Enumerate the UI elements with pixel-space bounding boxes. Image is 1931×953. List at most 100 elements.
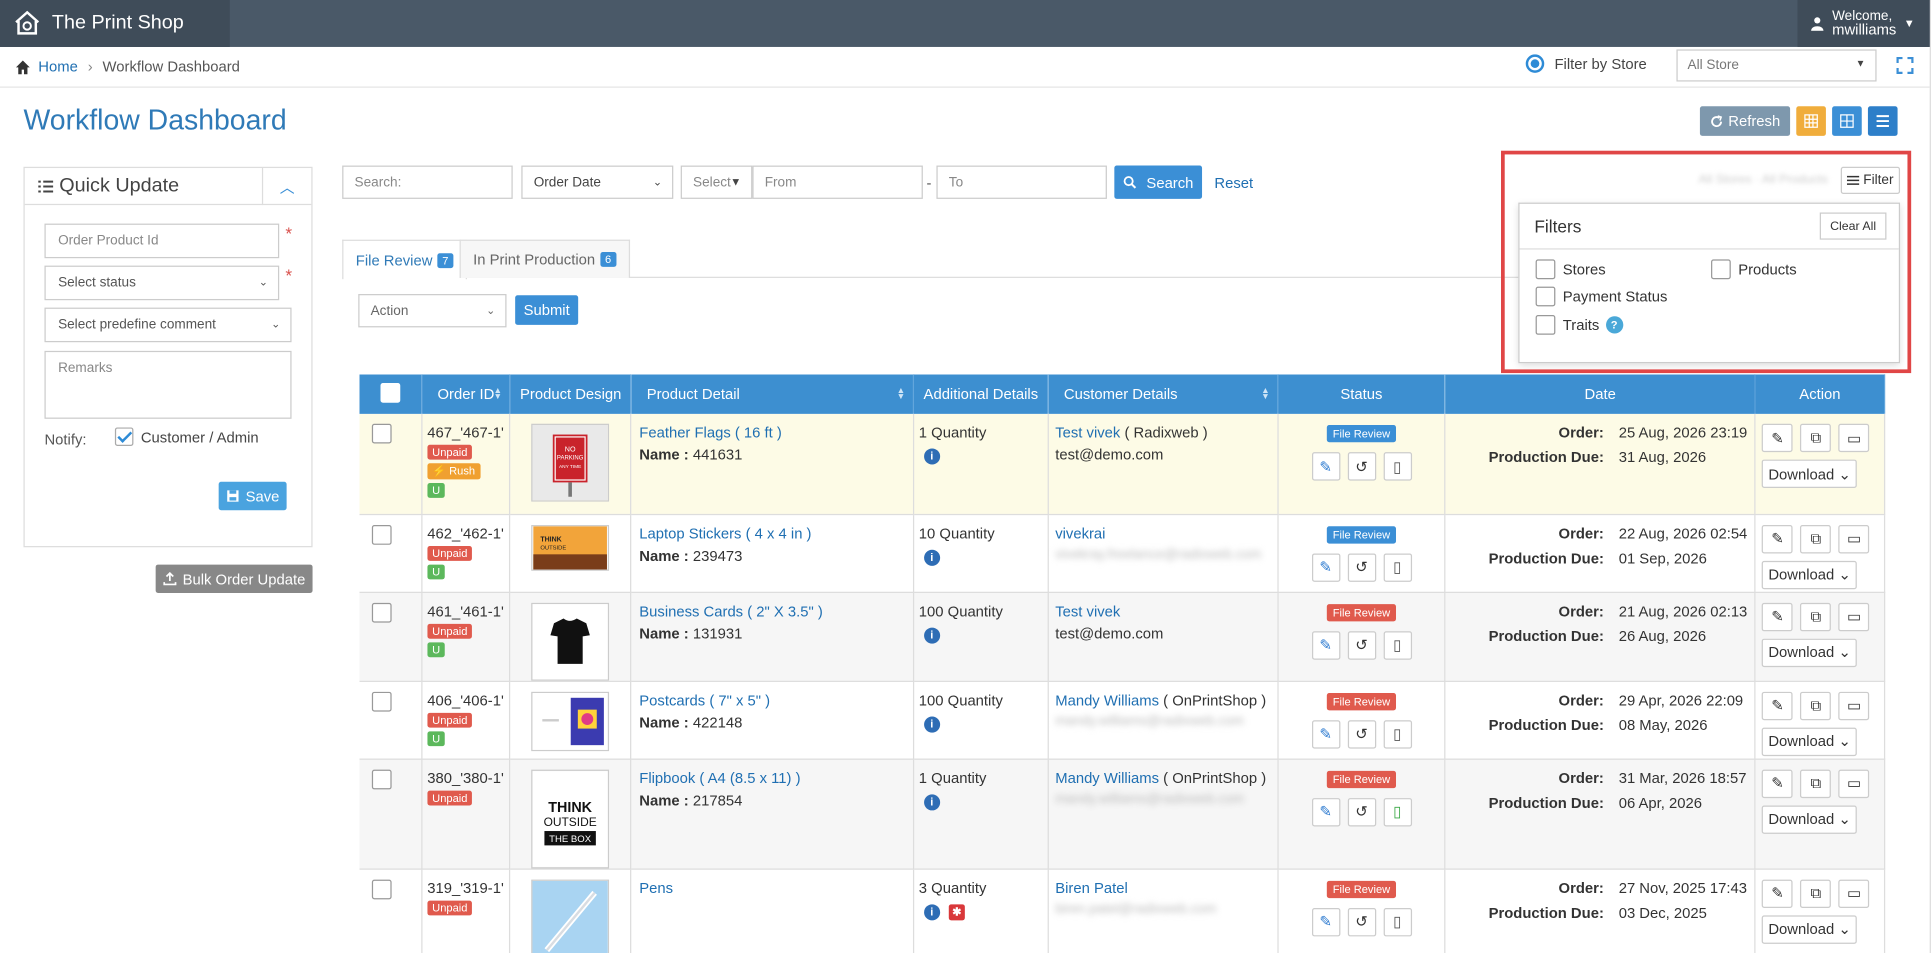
info-icon[interactable]: i [923, 903, 940, 920]
download-button[interactable]: Download ⌄ [1762, 459, 1858, 488]
alert-icon[interactable]: ✱ [948, 903, 965, 920]
to-date-input[interactable]: To [936, 165, 1107, 199]
product-thumbnail[interactable] [531, 602, 610, 681]
row-checkbox[interactable] [371, 691, 392, 711]
from-date-input[interactable]: From [752, 165, 923, 199]
history-button[interactable]: ↺ [1347, 907, 1376, 936]
row-checkbox[interactable] [371, 423, 392, 444]
customer-link[interactable]: Biren Patel [1055, 879, 1277, 896]
info-icon[interactable]: i [923, 715, 940, 732]
archive-button[interactable]: ▭ [1838, 524, 1870, 553]
archive-button[interactable]: ▭ [1838, 878, 1870, 908]
col-order-id[interactable]: Order ID ▲ ▼ [421, 374, 511, 414]
col-product-detail[interactable]: Product Detail ▲ ▼ [631, 374, 914, 414]
edit-button[interactable]: ✎ [1311, 797, 1340, 826]
copy-button[interactable]: ⧉ [1800, 769, 1832, 798]
customer-link[interactable]: Test vivek [1055, 424, 1120, 441]
notes-button[interactable]: ▯ [1383, 797, 1412, 826]
date-type-select[interactable]: Order Date ⌄ [521, 165, 674, 199]
breadcrumb-home[interactable]: Home [38, 58, 78, 75]
product-link[interactable]: Laptop Stickers ( 4 x 4 in ) [639, 524, 912, 541]
refresh-button[interactable]: Refresh [1699, 106, 1791, 136]
product-thumbnail[interactable]: THINK OUTSIDE [531, 524, 610, 571]
product-link[interactable]: Feather Flags ( 16 ft ) [639, 424, 912, 441]
product-thumbnail[interactable] [531, 878, 610, 953]
notes-button[interactable]: ▯ [1383, 907, 1412, 936]
row-checkbox[interactable] [371, 524, 392, 545]
tab-file-review[interactable]: File Review 7 [342, 239, 468, 280]
remarks-textarea[interactable]: Remarks [44, 350, 292, 419]
notes-button[interactable]: ▯ [1383, 719, 1412, 749]
edit-button[interactable]: ✎ [1311, 719, 1340, 749]
archive-button[interactable]: ▭ [1838, 602, 1870, 631]
edit-order-button[interactable]: ✎ [1762, 524, 1793, 553]
archive-button[interactable]: ▭ [1838, 691, 1870, 720]
filter-by-store-radio[interactable]: Filter by Store [1526, 54, 1647, 73]
product-link[interactable]: Postcards ( 7" x 5" ) [639, 691, 912, 708]
status-select[interactable]: Select status ⌄ [44, 265, 280, 301]
copy-button[interactable]: ⧉ [1800, 423, 1832, 453]
copy-button[interactable]: ⧉ [1800, 691, 1832, 720]
product-link[interactable]: Flipbook ( A4 (8.5 x 11) ) [639, 769, 912, 786]
save-button[interactable]: Save [218, 481, 287, 511]
product-link[interactable]: Pens [639, 879, 912, 896]
row-checkbox[interactable] [371, 769, 392, 789]
range-select[interactable]: Select ▼ [680, 165, 753, 199]
search-input[interactable]: Search: [342, 165, 513, 199]
list-view-button[interactable] [1867, 106, 1898, 136]
edit-order-button[interactable]: ✎ [1762, 878, 1793, 908]
notes-button[interactable]: ▯ [1383, 552, 1412, 582]
edit-button[interactable]: ✎ [1311, 452, 1340, 481]
history-button[interactable]: ↺ [1347, 630, 1376, 660]
user-menu[interactable]: Welcome, mwilliams ▼ [1797, 0, 1930, 47]
copy-button[interactable]: ⧉ [1800, 602, 1832, 631]
history-button[interactable]: ↺ [1347, 452, 1376, 481]
bulk-action-select[interactable]: Action ⌄ [358, 294, 507, 328]
edit-button[interactable]: ✎ [1311, 907, 1340, 936]
info-icon[interactable]: i [923, 448, 940, 465]
product-thumbnail[interactable]: THINKOUTSIDE THE BOX [531, 769, 610, 868]
brand[interactable]: The Print Shop [0, 0, 230, 47]
customer-link[interactable]: Test vivek [1055, 602, 1277, 619]
copy-button[interactable]: ⧉ [1800, 878, 1832, 908]
download-button[interactable]: Download ⌄ [1762, 914, 1858, 944]
product-link[interactable]: Business Cards ( 2" X 3.5" ) [639, 602, 912, 619]
edit-button[interactable]: ✎ [1311, 552, 1340, 582]
notes-button[interactable]: ▯ [1383, 630, 1412, 660]
download-button[interactable]: Download ⌄ [1762, 560, 1858, 589]
edit-order-button[interactable]: ✎ [1762, 691, 1793, 720]
predefine-comment-select[interactable]: Select predefine comment ⌄ [44, 307, 292, 343]
notify-customer-admin-checkbox[interactable]: Customer / Admin [114, 427, 259, 446]
fullscreen-icon[interactable] [1896, 56, 1914, 75]
edit-order-button[interactable]: ✎ [1762, 769, 1793, 798]
info-icon[interactable]: i [923, 626, 940, 644]
product-thumbnail[interactable]: NO PARKING ANY TIME [531, 423, 610, 502]
select-all-checkbox[interactable] [380, 382, 401, 403]
history-button[interactable]: ↺ [1347, 797, 1376, 826]
history-button[interactable]: ↺ [1347, 719, 1376, 749]
edit-order-button[interactable]: ✎ [1762, 423, 1793, 453]
collapse-button[interactable]: ︿ [261, 168, 311, 206]
edit-order-button[interactable]: ✎ [1762, 602, 1793, 631]
copy-button[interactable]: ⧉ [1800, 524, 1832, 553]
bulk-order-update-button[interactable]: Bulk Order Update [155, 564, 313, 593]
info-icon[interactable]: i [923, 793, 940, 810]
tile-view-button[interactable] [1832, 106, 1862, 136]
tab-in-print-production[interactable]: In Print Production 6 [459, 239, 630, 278]
customer-link[interactable]: Mandy Williams [1055, 769, 1159, 786]
reset-link[interactable]: Reset [1214, 174, 1253, 191]
product-thumbnail[interactable] [531, 691, 610, 751]
notes-button[interactable]: ▯ [1383, 452, 1412, 481]
download-button[interactable]: Download ⌄ [1762, 638, 1858, 667]
edit-button[interactable]: ✎ [1311, 630, 1340, 660]
submit-button[interactable]: Submit [515, 295, 579, 325]
history-button[interactable]: ↺ [1347, 552, 1376, 582]
search-button[interactable]: Search [1114, 165, 1203, 199]
row-checkbox[interactable] [371, 878, 392, 899]
archive-button[interactable]: ▭ [1838, 423, 1870, 453]
store-select[interactable]: All Store ▼ [1676, 49, 1877, 82]
archive-button[interactable]: ▭ [1838, 769, 1870, 798]
info-icon[interactable]: i [923, 549, 940, 566]
download-button[interactable]: Download ⌄ [1762, 804, 1858, 834]
row-checkbox[interactable] [371, 602, 392, 623]
